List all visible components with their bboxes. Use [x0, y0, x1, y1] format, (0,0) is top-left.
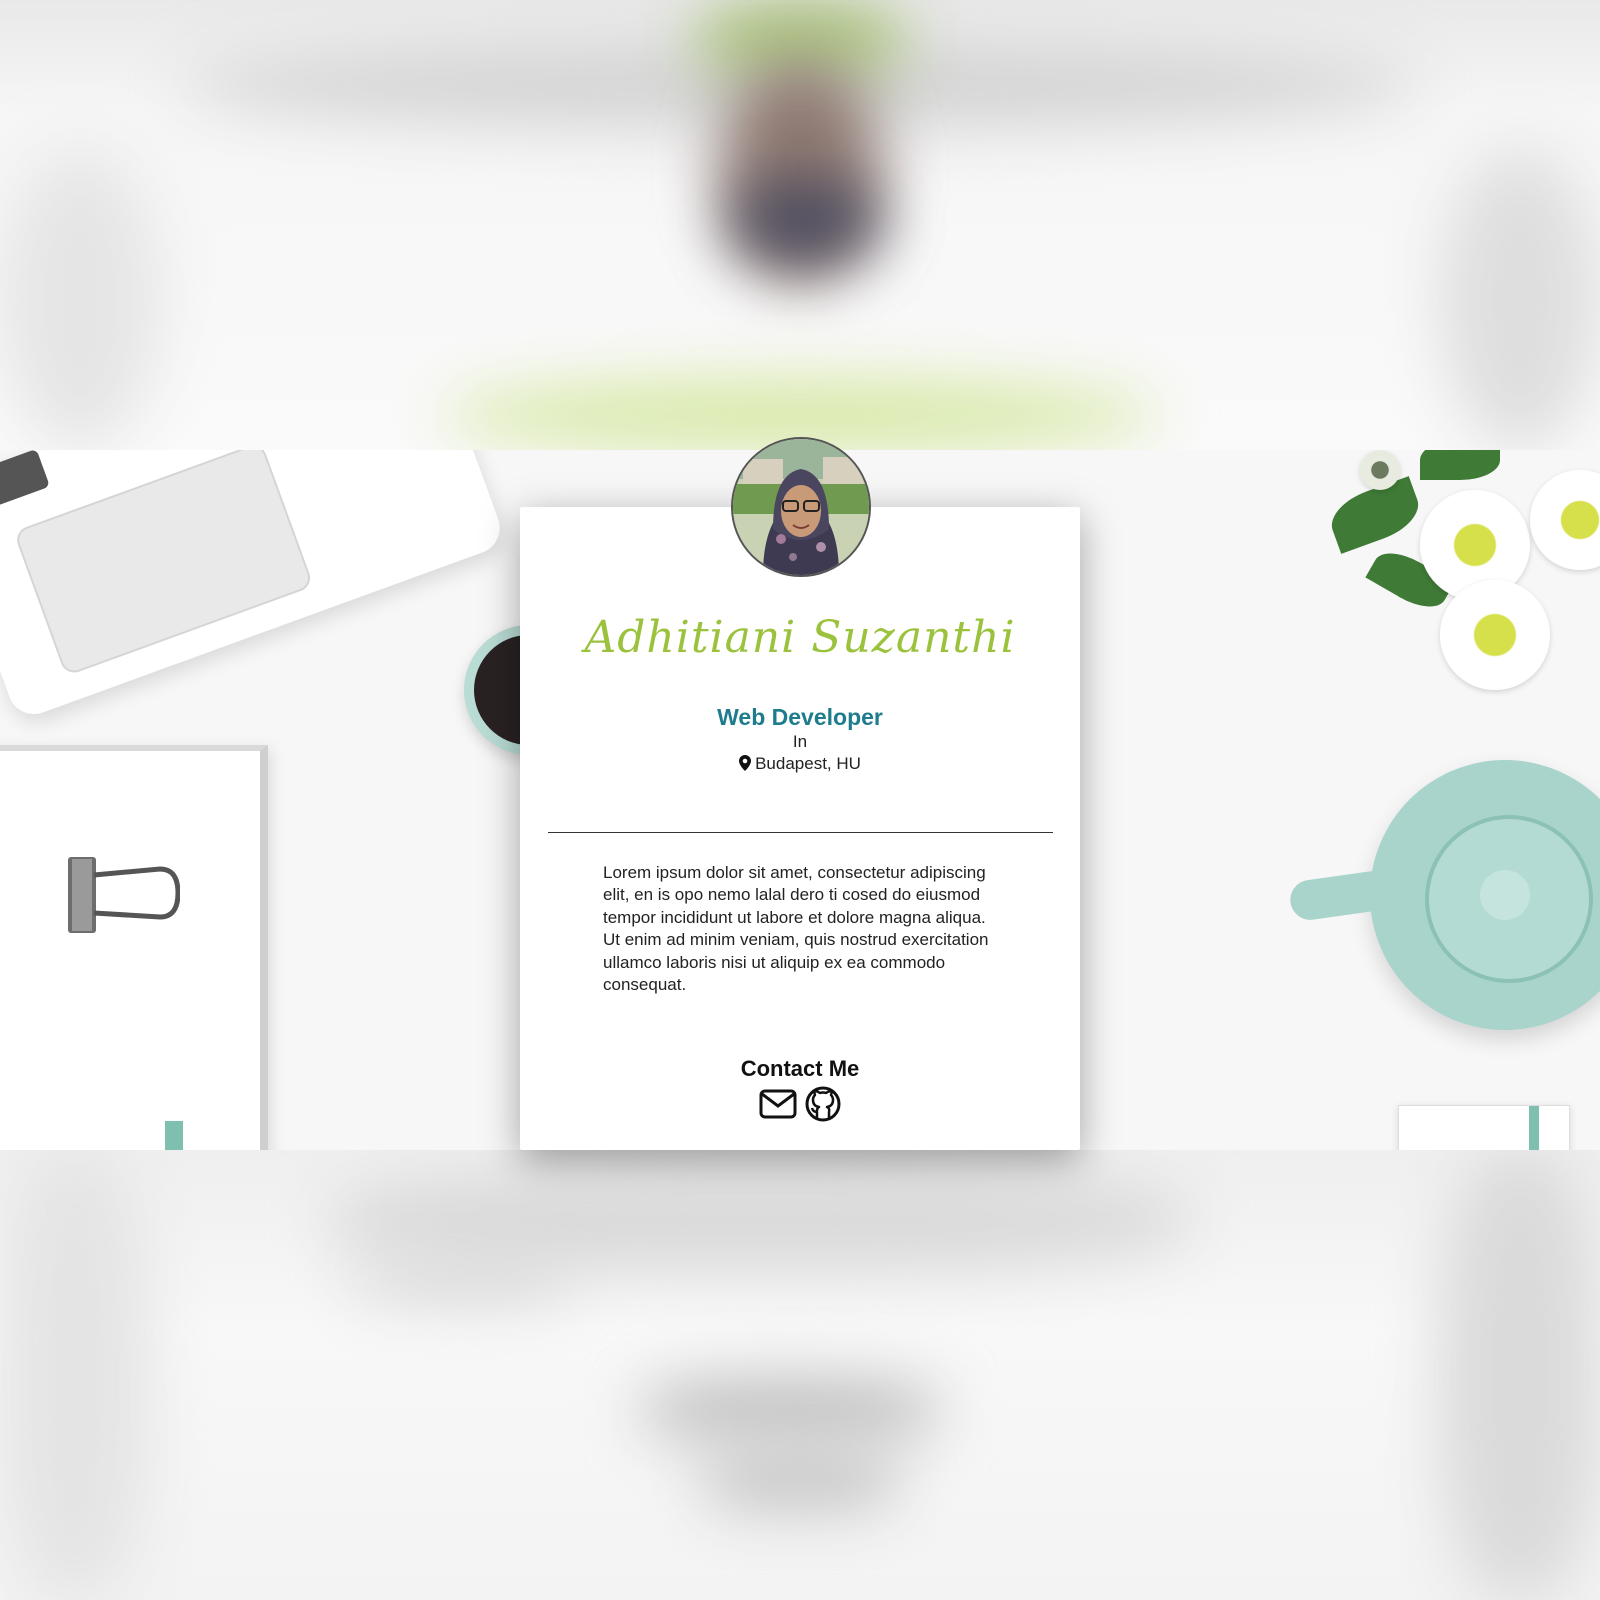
- profile-bio: Lorem ipsum dolor sit amet, consectetur …: [603, 863, 989, 995]
- small-notebook-image: [1398, 1105, 1570, 1150]
- teapot-image: [1287, 760, 1600, 1030]
- github-icon[interactable]: [805, 1086, 841, 1127]
- envelope-icon[interactable]: [759, 1089, 797, 1124]
- blurred-background-bottom: [0, 1150, 1600, 1600]
- profile-role: Web Developer: [717, 704, 883, 730]
- map-marker-icon: [739, 755, 752, 771]
- profile-avatar: [731, 437, 871, 577]
- contact-title: Contact Me: [740, 1056, 860, 1081]
- location-text: Budapest, HU: [755, 754, 861, 773]
- binder-clip-image: [68, 857, 180, 933]
- flowers-image: [1324, 450, 1600, 690]
- profile-name: Adhitiani Suzanthi: [584, 612, 1016, 663]
- blurred-background-top: [0, 0, 1600, 450]
- notebook-image: [0, 745, 268, 1150]
- contact-icons: [520, 1086, 1080, 1127]
- divider: [548, 832, 1053, 833]
- profile-location: Budapest, HU: [520, 754, 1080, 774]
- profile-in-text: In: [792, 732, 808, 751]
- profile-card: [520, 507, 1080, 1150]
- laptop-image: [0, 450, 508, 722]
- page: Adhitiani Suzanthi Web Developer In Buda…: [0, 0, 1600, 1600]
